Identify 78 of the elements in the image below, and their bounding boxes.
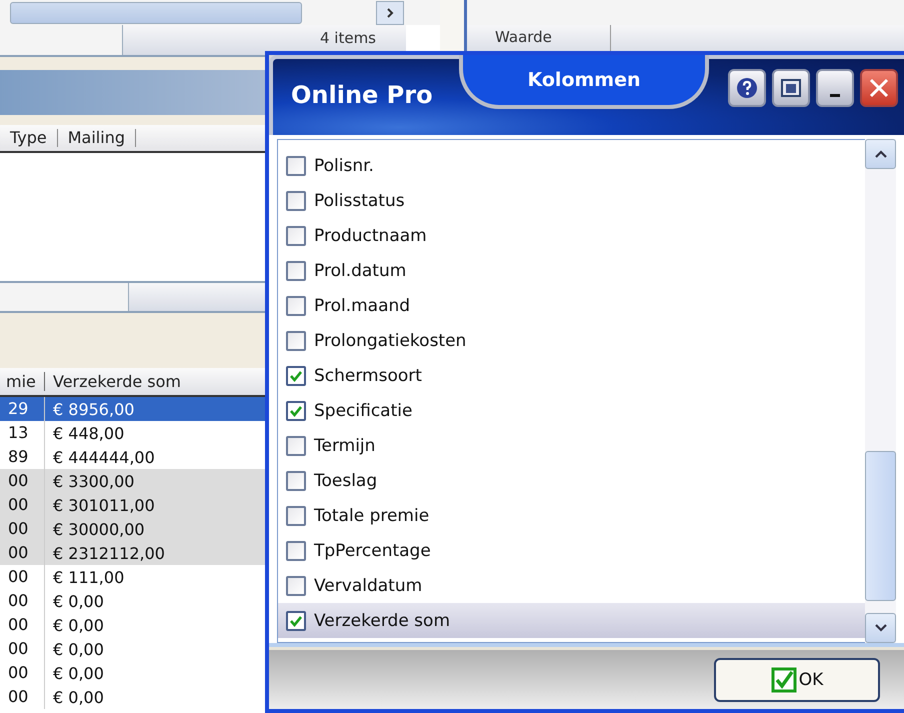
column-header[interactable]: Mailing <box>58 129 136 147</box>
table-cell-text: € 444444,00 <box>52 448 155 466</box>
column-option[interactable]: Vervaldatum <box>278 568 865 603</box>
column-option[interactable]: Prol.datum <box>278 253 865 288</box>
ok-button[interactable]: OK <box>714 658 880 702</box>
chevron-right-icon <box>385 8 395 18</box>
checkbox[interactable] <box>286 610 306 630</box>
scrollbar-thumb[interactable] <box>865 451 896 601</box>
checkbox[interactable] <box>286 540 306 560</box>
checkbox[interactable] <box>286 506 306 526</box>
column-option[interactable]: Polisstatus <box>278 183 865 218</box>
column-option[interactable]: Termijn <box>278 428 865 463</box>
column-option[interactable]: Schermsoort <box>278 358 865 393</box>
app-name: Online Pro <box>290 80 434 109</box>
scrollbar[interactable] <box>0 0 440 25</box>
table-cell: 00 <box>0 637 45 661</box>
help-button[interactable] <box>728 69 766 107</box>
checkbox[interactable] <box>286 330 306 350</box>
table-cell: 00 <box>0 613 45 637</box>
table-cell: 00 <box>0 661 45 685</box>
column-option[interactable]: Prol.maand <box>278 288 865 323</box>
check-icon <box>289 368 303 382</box>
checkbox[interactable] <box>286 366 306 386</box>
table-cell-text: € 30000,00 <box>52 520 145 538</box>
chevron-up-icon <box>874 149 888 159</box>
help-icon <box>736 77 758 99</box>
scrollbar[interactable] <box>865 139 896 643</box>
scroll-right-button[interactable] <box>376 0 404 24</box>
table-cell: 29 <box>0 397 45 421</box>
dialog-title: Kolommen <box>459 55 709 109</box>
checkbox[interactable] <box>286 436 306 456</box>
scroll-up-button[interactable] <box>865 139 896 169</box>
minimize-button[interactable] <box>816 69 854 107</box>
window-icon <box>780 77 802 99</box>
table-row[interactable]: 00 € 0,00 <box>0 661 440 685</box>
check-icon <box>289 404 303 418</box>
column-option[interactable]: Productnaam <box>278 218 865 253</box>
checkbox[interactable] <box>286 190 306 210</box>
column-option[interactable]: Polisnr. <box>278 148 865 183</box>
table-cell-text: € 0,00 <box>52 640 104 658</box>
table-row[interactable]: 00 € 0,00 <box>0 637 440 661</box>
table-cell: 00 <box>0 541 45 565</box>
table-cell-text: € 3300,00 <box>52 472 134 490</box>
table-cell-text: € 0,00 <box>52 592 104 610</box>
column-header[interactable]: mie <box>0 372 45 391</box>
table-cell-text: € 0,00 <box>52 688 104 706</box>
check-icon <box>770 666 797 692</box>
table-cell-text: € 448,00 <box>52 424 124 442</box>
minimize-icon <box>830 94 840 96</box>
checkbox[interactable] <box>286 226 306 246</box>
checkbox[interactable] <box>286 156 306 176</box>
table-row[interactable]: 00 € 0,00 <box>0 685 440 709</box>
table-cell-text: € 8956,00 <box>52 400 134 418</box>
checkbox[interactable] <box>286 400 306 420</box>
table-cell-text: € 2312112,00 <box>52 544 165 562</box>
checkbox[interactable] <box>286 296 306 316</box>
checkbox[interactable] <box>286 260 306 280</box>
checkbox[interactable] <box>286 470 306 490</box>
column-option[interactable]: Prolongatiekosten <box>278 323 865 358</box>
table-cell-text: € 301011,00 <box>52 496 155 514</box>
column-option[interactable]: Verzekerde som <box>278 603 865 638</box>
table-cell: 00 <box>0 685 45 709</box>
close-button[interactable] <box>860 69 898 107</box>
item-count: 4 items <box>123 25 406 55</box>
check-icon <box>289 614 303 628</box>
table-cell-text: € 111,00 <box>52 568 124 586</box>
chevron-down-icon <box>874 623 888 633</box>
table-cell: 13 <box>0 421 45 445</box>
table-cell-text: € 0,00 <box>52 664 104 682</box>
table-cell: 00 <box>0 565 45 589</box>
table-cell: 00 <box>0 589 45 613</box>
window-button[interactable] <box>772 69 810 107</box>
checkbox[interactable] <box>286 576 306 596</box>
column-header[interactable]: Type <box>0 129 58 147</box>
column-header[interactable]: Verzekerde som <box>45 372 181 391</box>
scroll-down-button[interactable] <box>865 613 896 643</box>
table-cell-text: € 0,00 <box>52 616 104 634</box>
close-icon <box>868 77 890 99</box>
